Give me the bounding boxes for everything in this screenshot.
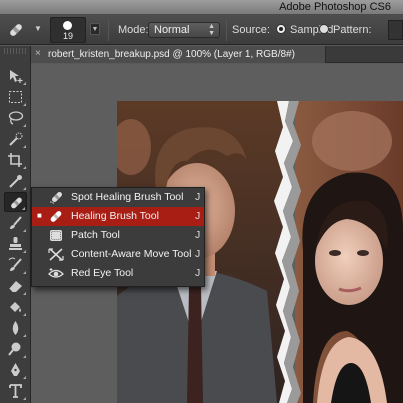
dodge-icon — [8, 342, 21, 356]
pattern-picker[interactable] — [388, 20, 403, 40]
brush-tool[interactable] — [4, 213, 27, 233]
panel-grip[interactable] — [4, 48, 27, 54]
flyout-item-patch[interactable]: Patch Tool J — [32, 226, 204, 245]
divider — [226, 19, 227, 41]
flyout-item-label: Red Eye Tool — [71, 267, 134, 279]
red-eye-icon — [48, 268, 64, 278]
tools-panel — [0, 46, 31, 403]
history-brush-icon — [8, 257, 22, 271]
select-arrows-icon: ▲ ▼ — [208, 23, 215, 37]
pen-tool[interactable] — [4, 360, 27, 380]
dodge-tool[interactable] — [4, 339, 27, 359]
divider — [108, 19, 109, 41]
flyout-item-shortcut: J — [195, 229, 201, 241]
document-tab-bar: × robert_kristen_breakup.psd @ 100% (Lay… — [31, 46, 403, 63]
brush-picker[interactable]: 19 — [50, 17, 86, 43]
lasso-tool[interactable] — [4, 108, 27, 128]
document-tab-title: robert_kristen_breakup.psd @ 100% (Layer… — [48, 49, 295, 60]
healing-tools-flyout: Spot Healing Brush Tool J ■ Healing Brus… — [31, 187, 205, 287]
brush-tip-preview — [63, 21, 72, 30]
chevron-down-icon[interactable]: ▼ — [34, 24, 42, 33]
flyout-item-shortcut: J — [195, 210, 201, 222]
quick-selection-icon — [9, 132, 23, 146]
lasso-icon — [8, 111, 24, 125]
flyout-item-label: Healing Brush Tool — [71, 210, 159, 222]
brush-size-value: 19 — [62, 31, 73, 41]
healing-brush-tool[interactable] — [4, 192, 27, 212]
flyout-item-healing-brush[interactable]: ■ Healing Brush Tool J — [32, 207, 204, 226]
flyout-item-shortcut: J — [195, 267, 201, 279]
crop-tool[interactable] — [4, 150, 27, 170]
spot-healing-brush-icon — [49, 192, 62, 205]
clone-stamp-icon — [9, 237, 22, 250]
type-icon — [9, 384, 22, 398]
eraser-tool[interactable] — [4, 276, 27, 296]
brush-picker-arrow-icon[interactable]: ▼ — [90, 23, 100, 35]
quick-selection-tool[interactable] — [4, 129, 27, 149]
mode-label: Mode: — [118, 24, 149, 36]
marquee-icon — [9, 91, 22, 103]
document-tab[interactable]: × robert_kristen_breakup.psd @ 100% (Lay… — [31, 46, 326, 63]
history-brush-tool[interactable] — [4, 255, 27, 275]
crop-icon — [8, 153, 22, 167]
brush-icon — [10, 216, 22, 229]
title-bar: Adobe Photoshop CS6 — [0, 0, 403, 15]
selected-marker-icon: ■ — [37, 211, 42, 220]
clone-stamp-tool[interactable] — [4, 234, 27, 254]
flyout-item-shortcut: J — [195, 191, 201, 203]
type-tool[interactable] — [4, 381, 27, 401]
options-bar: ▼ 19 ▼ Mode: Normal ▲ ▼ Source: Sampled P… — [0, 15, 403, 45]
blur-icon — [12, 321, 19, 335]
tool-preset-picker[interactable] — [6, 20, 32, 40]
source-sampled-radio[interactable] — [276, 24, 286, 34]
app-title: Adobe Photoshop CS6 — [279, 1, 391, 13]
flyout-item-label: Content-Aware Move Tool — [71, 248, 192, 260]
eyedropper-icon — [9, 175, 22, 188]
close-icon[interactable]: × — [35, 48, 41, 59]
mode-select[interactable]: Normal ▲ ▼ — [148, 22, 220, 38]
content-aware-move-icon — [48, 248, 64, 261]
blur-tool[interactable] — [4, 318, 27, 338]
move-icon — [10, 70, 23, 83]
healing-brush-icon — [50, 211, 62, 222]
move-tool[interactable] — [4, 66, 27, 86]
marquee-tool[interactable] — [4, 87, 27, 107]
flyout-item-label: Patch Tool — [71, 229, 120, 241]
necktie — [187, 286, 203, 403]
patch-icon — [50, 230, 62, 241]
flyout-item-spot-healing-brush[interactable]: Spot Healing Brush Tool J — [32, 188, 204, 207]
paint-bucket-tool[interactable] — [4, 297, 27, 317]
eyedropper-tool[interactable] — [4, 171, 27, 191]
flyout-item-label: Spot Healing Brush Tool — [71, 191, 184, 203]
mode-select-value: Normal — [154, 24, 190, 36]
pen-icon — [11, 363, 20, 376]
source-pattern-radio[interactable] — [319, 24, 329, 34]
flyout-item-red-eye[interactable]: Red Eye Tool J — [32, 264, 204, 283]
flyout-item-content-aware-move[interactable]: Content-Aware Move Tool J — [32, 245, 204, 264]
source-pattern-label[interactable]: Pattern: — [333, 24, 372, 36]
healing-brush-icon — [10, 24, 22, 36]
flyout-item-shortcut: J — [195, 248, 201, 260]
source-label: Source: — [232, 24, 270, 36]
eraser-icon — [8, 281, 22, 293]
paint-bucket-icon — [10, 302, 21, 312]
